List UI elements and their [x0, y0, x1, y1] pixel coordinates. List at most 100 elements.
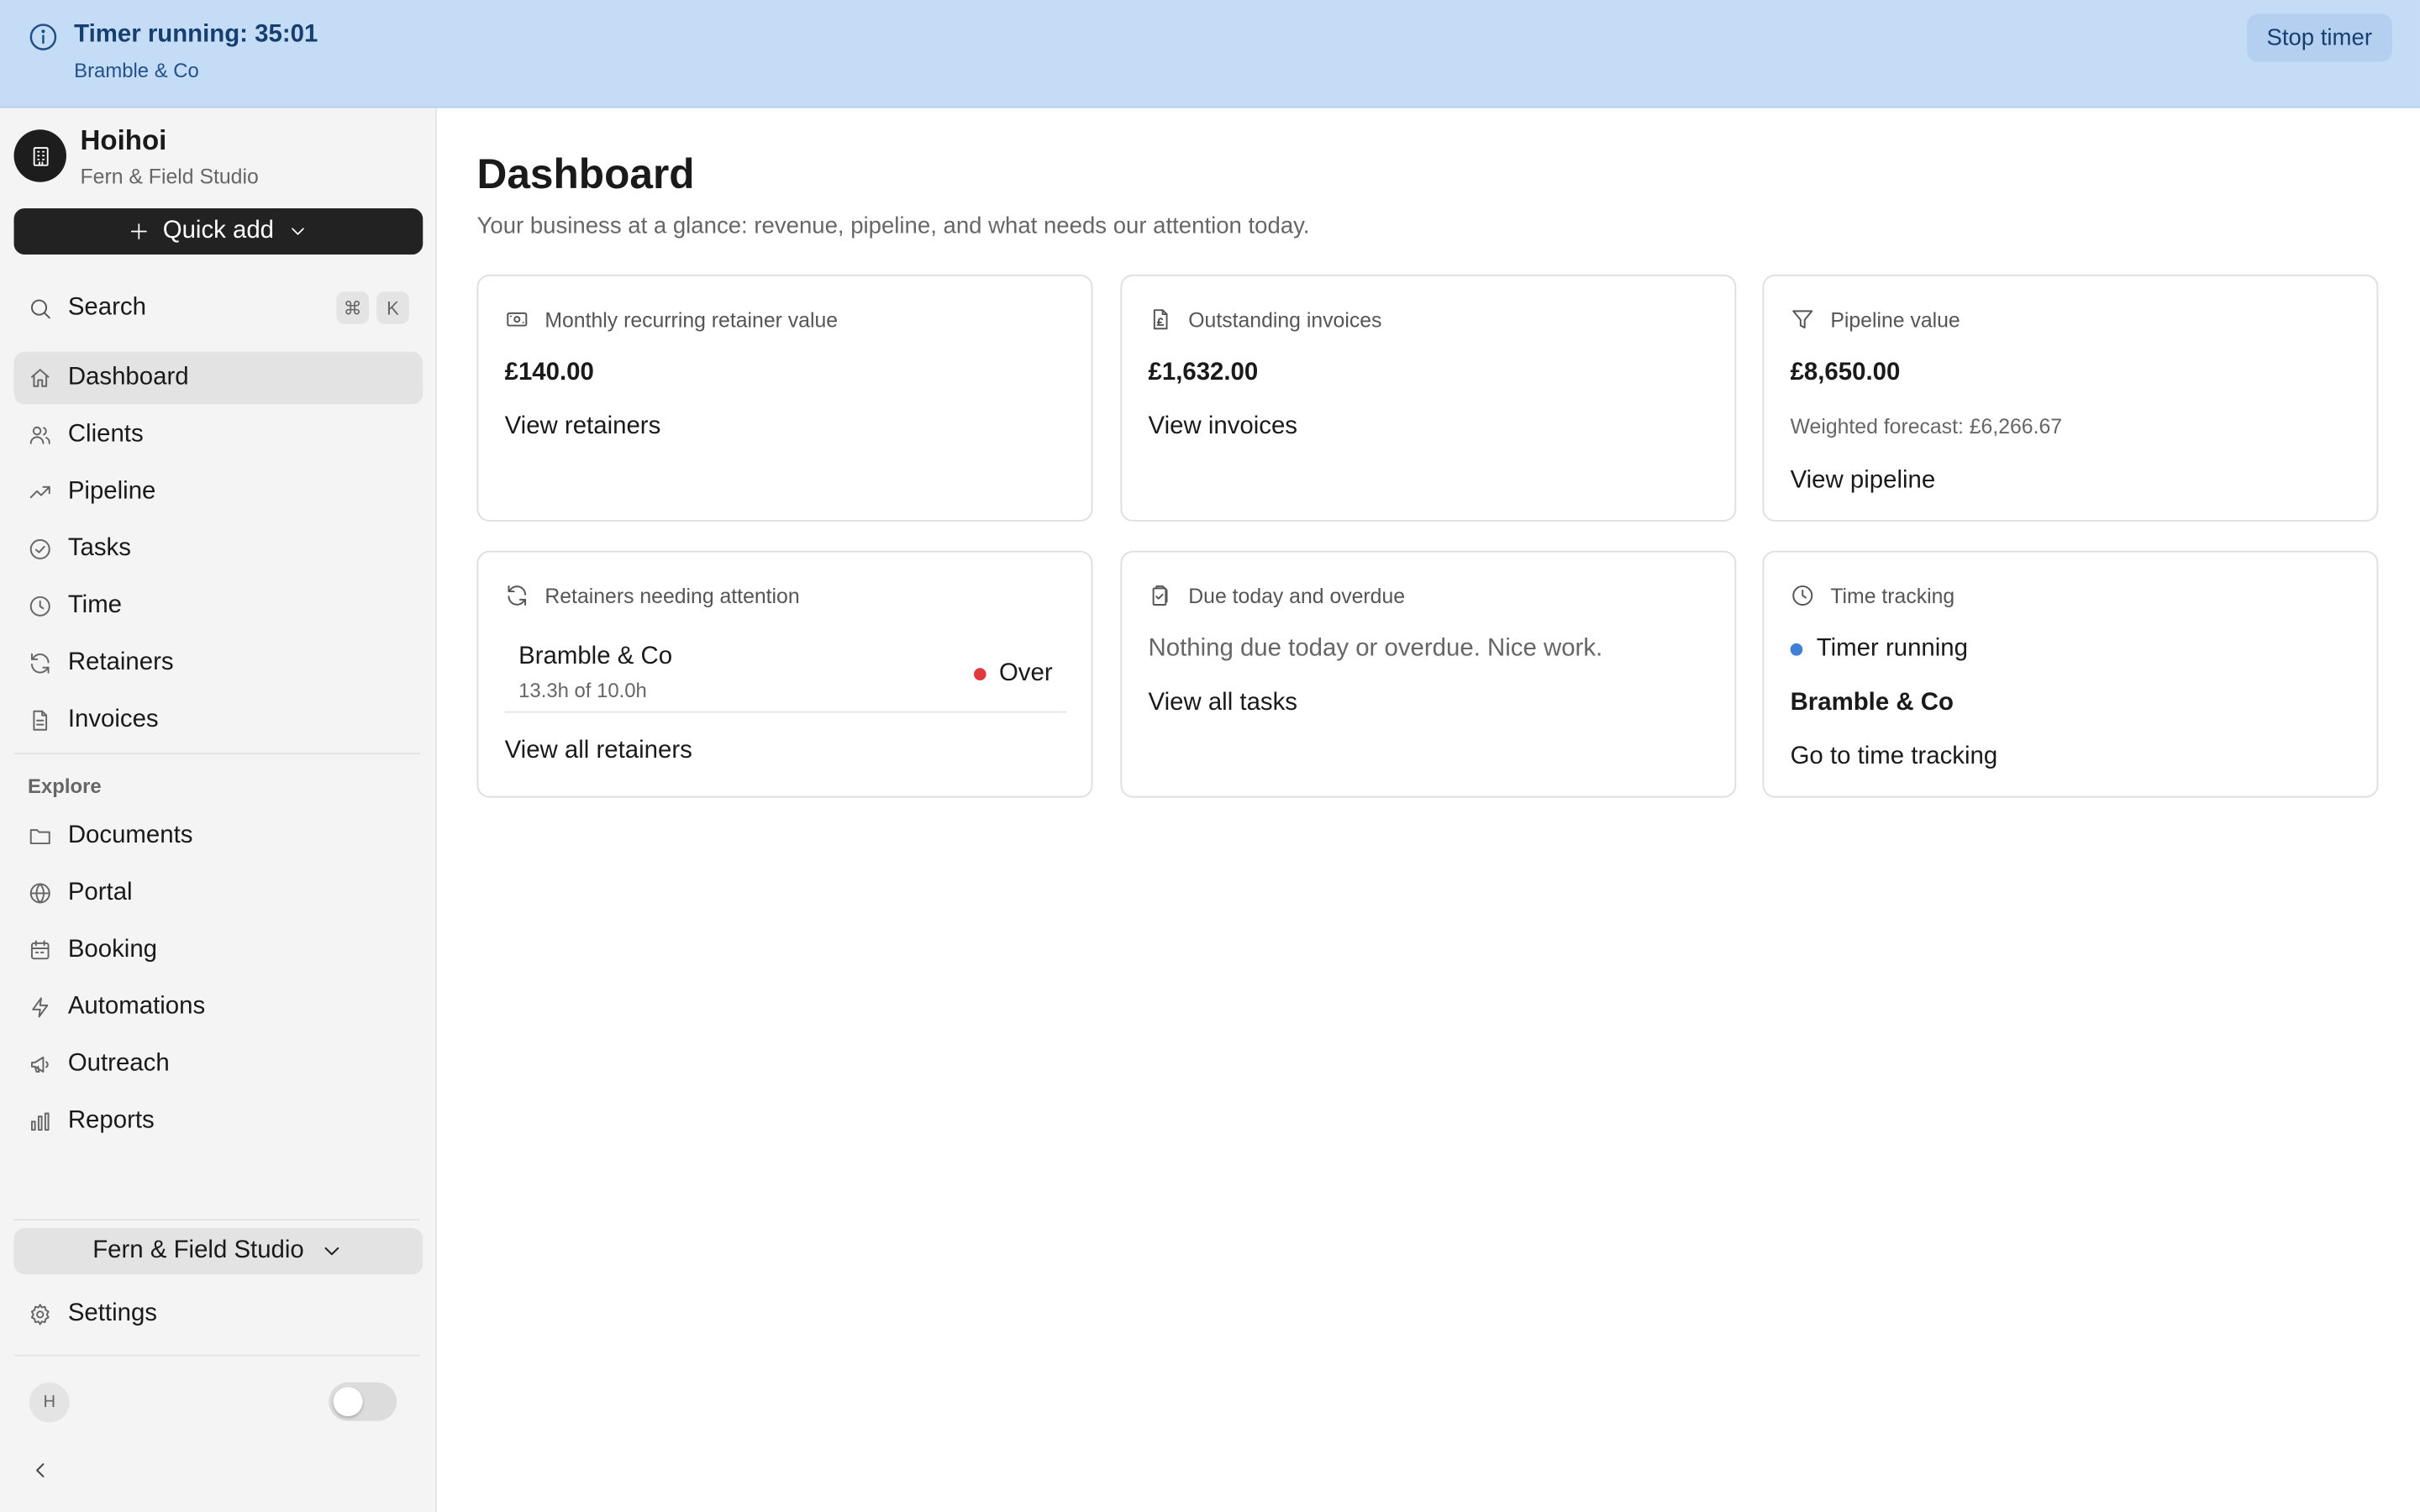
empty-state-text: Nothing due today or overdue. Nice work. [1148, 635, 1603, 662]
timer-banner: Timer running: 35:01 Bramble & Co Stop t… [0, 0, 2420, 108]
page-subtitle: Your business at a glance: revenue, pipe… [476, 213, 1310, 239]
info-icon [28, 22, 59, 53]
search-button[interactable]: Search ⌘ K [14, 286, 424, 332]
page-title: Dashboard [476, 150, 695, 198]
retainers-attention-card: Retainers needing attention Bramble & Co… [476, 550, 1093, 798]
nav-item-booking[interactable]: Booking [14, 924, 424, 976]
retainer-row[interactable]: Bramble & Co 13.3h of 10.0h Over [504, 629, 1067, 713]
refresh-icon [505, 583, 529, 607]
banner-title: Timer running: 35:01 [74, 21, 318, 48]
chevron-down-icon [287, 221, 308, 243]
brand-subtitle: Fern & Field Studio [80, 165, 259, 189]
sidebar: Hoihoi Fern & Field Studio Quick add Sea… [0, 108, 437, 1512]
user-avatar[interactable]: H [29, 1382, 70, 1423]
nav-label: Time [67, 592, 123, 619]
plus-icon [129, 221, 150, 243]
retainer-client-name: Bramble & Co [518, 643, 673, 670]
nav-label: Tasks [67, 535, 131, 562]
folder-icon [28, 824, 52, 848]
status-label: Over [998, 660, 1053, 687]
status-badge: Over [974, 660, 1053, 688]
nav-item-invoices[interactable]: Invoices [14, 695, 424, 747]
quick-add-label: Quick add [162, 217, 275, 244]
nav-divider [13, 753, 420, 755]
workspace-label: Fern & Field Studio [92, 1237, 304, 1264]
nav-item-outreach[interactable]: Outreach [14, 1038, 424, 1090]
nav-item-time[interactable]: Time [14, 580, 424, 633]
pound-file-icon [1149, 307, 1173, 332]
banknote-icon [505, 307, 529, 332]
timer-status-label: Timer running [1816, 635, 1968, 662]
search-icon [28, 297, 52, 321]
card-caption: Due today and overdue [1188, 584, 1406, 607]
clipboard-icon [1149, 583, 1173, 607]
building-icon [29, 144, 52, 168]
footer-divider [13, 1218, 420, 1221]
card-caption: Pipeline value [1830, 307, 1960, 331]
view-invoices-link[interactable]: View invoices [1149, 413, 1297, 441]
card-value: £1,632.00 [1148, 359, 1259, 386]
outstanding-invoices-card: Outstanding invoices £1,632.00 View invo… [1120, 274, 1737, 522]
trending-up-icon [28, 480, 52, 504]
toggle-knob [333, 1387, 363, 1417]
weighted-forecast: Weighted forecast: £6,266.67 [1790, 415, 2063, 438]
globe-icon [28, 881, 52, 906]
timer-status-dot [1790, 643, 1803, 656]
main-content: Dashboard Your business at a glance: rev… [437, 108, 2420, 1512]
clock-icon [28, 594, 52, 618]
nav-item-dashboard[interactable]: Dashboard [13, 351, 424, 405]
card-caption: Monthly recurring retainer value [544, 307, 839, 331]
nav-item-settings[interactable]: Settings [14, 1289, 424, 1341]
nav-label: Retainers [67, 649, 174, 676]
nav-label: Pipeline [67, 478, 156, 505]
collapse-sidebar-icon[interactable] [28, 1458, 52, 1483]
card-caption: Time tracking [1830, 584, 1955, 607]
stop-timer-button[interactable]: Stop timer [2246, 13, 2392, 62]
timer-client-name: Bramble & Co [1790, 690, 1954, 717]
bar-chart-icon [28, 1110, 52, 1134]
users-icon [28, 423, 52, 447]
nav-item-portal[interactable]: Portal [14, 867, 424, 919]
quick-add-button[interactable]: Quick add [13, 207, 424, 255]
check-circle-icon [28, 537, 52, 561]
nav-label: Reports [67, 1107, 155, 1134]
nav-label: Portal [67, 879, 133, 906]
view-retainers-link[interactable]: View retainers [505, 413, 661, 441]
nav-item-reports[interactable]: Reports [14, 1095, 424, 1147]
nav-label: Clients [67, 421, 144, 448]
brand-avatar [13, 129, 66, 182]
nav-label: Outreach [67, 1050, 170, 1078]
nav-label: Documents [67, 822, 193, 849]
search-label: Search [67, 294, 146, 322]
due-today-card: Due today and overdue Nothing due today … [1120, 550, 1737, 798]
refresh-icon [28, 651, 52, 675]
shortcut-cmd-key: ⌘ [336, 291, 369, 324]
home-icon [28, 365, 52, 390]
view-all-retainers-link[interactable]: View all retainers [505, 738, 692, 765]
clock-icon [1791, 583, 1815, 607]
footer-divider [13, 1354, 420, 1357]
nav-item-pipeline[interactable]: Pipeline [14, 466, 424, 518]
nav-item-clients[interactable]: Clients [14, 409, 424, 461]
view-pipeline-link[interactable]: View pipeline [1791, 468, 1936, 496]
nav-item-documents[interactable]: Documents [14, 810, 424, 862]
retainer-hours: 13.3h of 10.0h [518, 679, 647, 702]
nav-item-automations[interactable]: Automations [14, 981, 424, 1033]
theme-toggle[interactable] [329, 1382, 397, 1421]
go-to-time-tracking-link[interactable]: Go to time tracking [1791, 743, 1998, 771]
chevron-down-icon [319, 1239, 344, 1263]
nav-item-retainers[interactable]: Retainers [14, 638, 424, 690]
gear-icon [28, 1302, 52, 1326]
nav-item-tasks[interactable]: Tasks [14, 523, 424, 575]
filter-icon [1791, 307, 1815, 332]
nav-label: Invoices [67, 706, 159, 733]
view-all-tasks-link[interactable]: View all tasks [1149, 690, 1297, 717]
calendar-icon [28, 938, 52, 963]
workspace-switcher-button[interactable]: Fern & Field Studio [13, 1228, 424, 1275]
status-dot [974, 668, 987, 680]
timer-status: Timer running [1790, 635, 1968, 664]
time-tracking-card: Time tracking Timer running Bramble & Co… [1762, 550, 2379, 798]
card-value: £8,650.00 [1790, 359, 1901, 386]
file-icon [28, 708, 52, 732]
banner-subtitle: Bramble & Co [74, 58, 199, 82]
